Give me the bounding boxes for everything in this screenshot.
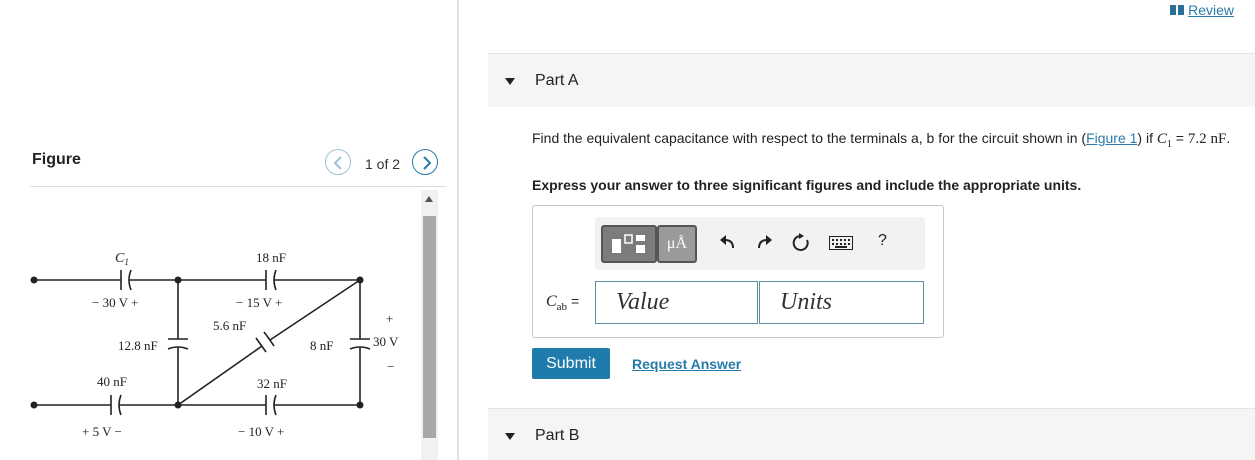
keyboard-icon[interactable] xyxy=(829,236,853,255)
reset-icon[interactable] xyxy=(791,233,811,258)
answer-box: μÅ ? Cab = Value Units xyxy=(532,205,944,338)
scroll-up-arrow-icon[interactable] xyxy=(425,196,433,202)
previous-figure-button[interactable] xyxy=(325,149,351,175)
c32-label: 32 nF xyxy=(257,376,287,391)
chevron-left-icon xyxy=(333,156,342,170)
figure-scrollbar[interactable] xyxy=(421,190,438,460)
figure-viewport: a b C1 − 30 V + 18 nF − 15 V + 5.6 nF 12… xyxy=(30,190,430,460)
figure-1-link[interactable]: Figure 1 xyxy=(1086,130,1137,146)
cab-label: Cab = xyxy=(546,293,580,314)
value-input[interactable]: Value xyxy=(595,281,758,324)
undo-icon[interactable] xyxy=(719,235,737,256)
next-figure-button[interactable] xyxy=(412,149,438,175)
c56-label: 5.6 nF xyxy=(213,318,246,333)
review-label: Review xyxy=(1188,2,1234,18)
part-a-header[interactable]: Part A xyxy=(488,53,1255,107)
c8-plus-label: + xyxy=(386,311,393,326)
request-answer-link[interactable]: Request Answer xyxy=(632,356,741,372)
units-button[interactable]: μÅ xyxy=(657,225,697,263)
review-link[interactable]: Review xyxy=(1170,2,1234,18)
c40-voltage-label: + 5 V − xyxy=(82,424,122,439)
pane-divider[interactable] xyxy=(457,0,459,460)
part-a-label: Part A xyxy=(535,72,579,89)
c8-voltage-label: 30 V xyxy=(373,334,399,349)
c18-voltage-label: − 15 V + xyxy=(236,295,282,310)
book-icon xyxy=(1170,5,1185,15)
templates-button[interactable] xyxy=(601,225,657,263)
c1-symbol: C1 xyxy=(1156,131,1172,150)
redo-icon[interactable] xyxy=(755,235,773,256)
c128-label: 12.8 nF xyxy=(118,338,158,353)
c1-unit: nF xyxy=(1210,131,1227,147)
units-input[interactable]: Units xyxy=(759,281,924,324)
c8-minus-label: − xyxy=(387,359,394,374)
help-button[interactable]: ? xyxy=(878,232,887,250)
templates-icon xyxy=(612,234,645,253)
c1-voltage-label: − 30 V + xyxy=(92,295,138,310)
c1-label: C1 xyxy=(115,251,129,267)
figure-title: Figure xyxy=(32,151,81,168)
collapse-caret-icon xyxy=(505,78,515,85)
submit-button[interactable]: Submit xyxy=(532,348,610,379)
c1-value: 7.2 xyxy=(1187,131,1207,147)
c8-label: 8 nF xyxy=(310,338,333,353)
circuit-diagram: a b C1 − 30 V + 18 nF − 15 V + 5.6 nF 12… xyxy=(30,250,399,439)
figure-pane: Figure 1 of 2 C1 − 30 V + 18 nF − 15 V +… xyxy=(0,0,458,460)
c40-label: 40 nF xyxy=(97,374,127,389)
scrollbar-thumb[interactable] xyxy=(423,216,436,438)
figure-page-counter: 1 of 2 xyxy=(365,156,401,172)
collapse-caret-icon xyxy=(505,433,515,440)
c18-label: 18 nF xyxy=(256,250,286,265)
figure-divider xyxy=(30,186,446,187)
answer-instruction: Express your answer to three significant… xyxy=(532,177,1082,193)
math-toolbar: μÅ ? xyxy=(595,217,925,270)
part-b-label: Part B xyxy=(535,427,580,444)
part-b-header[interactable]: Part B xyxy=(488,408,1255,460)
question-text: Find the equivalent capacitance with res… xyxy=(532,130,1231,150)
chevron-right-icon xyxy=(423,156,432,170)
c32-voltage-label: − 10 V + xyxy=(238,424,284,439)
